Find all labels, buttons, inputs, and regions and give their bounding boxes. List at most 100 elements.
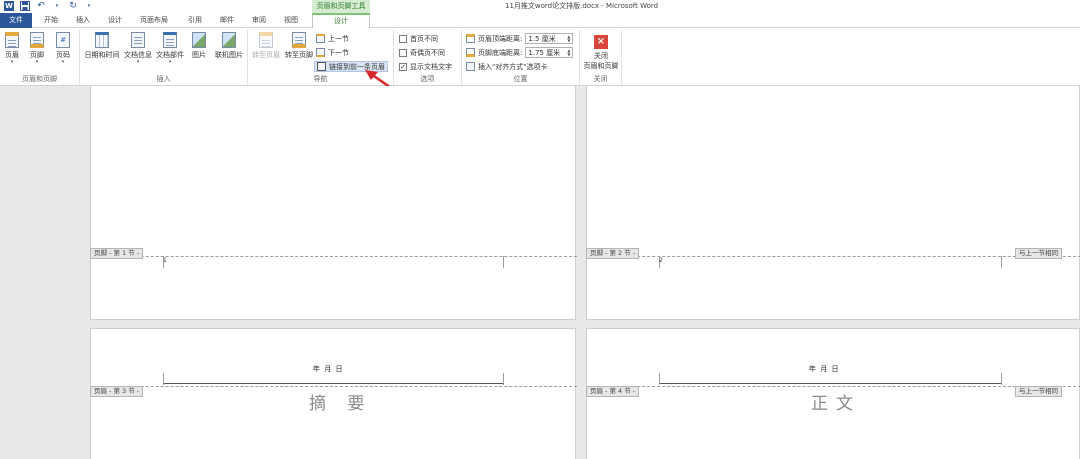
footer-button[interactable]: 页脚 ▾ [28,32,46,65]
online-picture-button[interactable]: 联机图片 [212,32,246,60]
previous-section-label: 上一节 [328,34,349,43]
tab-insert[interactable]: 插入 [70,14,96,28]
goto-footer-icon [292,32,306,48]
document-title: 11月推文word论文排版.docx - Microsoft Word [505,2,659,10]
footer-icon [30,32,44,48]
redo-icon[interactable]: ↻ [68,1,78,11]
spinner-arrows-icon[interactable]: ▲ ▼ [565,48,572,57]
tab-mailings[interactable]: 邮件 [214,14,240,28]
tab-design[interactable]: 设计 [102,14,128,28]
footer-bottom-label: 页脚底端距离: [478,48,523,57]
ribbon: 页眉 ▾ 页脚 ▾ # 页码 ▾ 页眉和页脚 日期和时间 文档信息 ▾ 文档部件… [0,28,1080,86]
page-4[interactable]: 年 月 日 正文 [586,328,1080,459]
header-section-4-tag: 页眉 - 第 4 节 - [586,386,640,397]
picture-button[interactable]: 图片 [188,32,210,60]
first-page-different-checkbox[interactable]: 首页不同 [399,33,438,44]
goto-header-icon [259,32,273,48]
header-rule [659,383,1001,384]
quick-parts-button[interactable]: 文档部件 ▾ [154,32,186,65]
tab-references[interactable]: 引用 [182,14,208,28]
document-area: 1 页脚 - 第 1 节 - 2 页脚 - 第 2 节 - 与上一节相同 年 月… [0,86,1080,459]
header-boundary [587,386,1080,387]
page-1[interactable]: 1 [90,86,577,320]
alignment-tab-icon [466,62,475,71]
tab-home[interactable]: 开始 [38,14,64,28]
tab-view[interactable]: 视图 [278,14,304,28]
header-date: 年 月 日 [313,365,344,373]
checkbox[interactable] [399,34,407,43]
next-section-label: 下一节 [328,48,349,57]
chevron-down-icon: ▾ [136,59,140,65]
footer-section-2-tag: 页脚 - 第 2 节 - [586,248,640,259]
tab-file[interactable]: 文件 [0,13,32,28]
header-rule [163,383,503,384]
goto-header-label: 转至页眉 [252,51,280,59]
chevron-down-icon: ▾ [35,59,39,65]
close-icon: × [594,35,608,49]
footer-bottom-value: 1.75 厘米 [528,48,561,57]
calendar-icon [95,32,109,48]
header-top-input[interactable]: 1.5 厘米 ▲ ▼ [525,33,574,44]
tab-page-layout[interactable]: 页面布局 [134,14,174,28]
previous-icon [316,34,325,43]
odd-even-different-checkbox[interactable]: 奇偶页不同 [399,47,445,58]
picture-label: 图片 [192,51,206,59]
online-picture-label: 联机图片 [215,51,243,59]
doc-info-button[interactable]: 文档信息 ▾ [122,32,154,65]
tab-hf-design[interactable]: 设计 [312,14,370,28]
group-insert: 日期和时间 文档信息 ▾ 文档部件 ▾ 图片 联机图片 插入 [80,30,248,85]
insert-alignment-tab-button[interactable]: 插入"对齐方式"选项卡 [466,61,547,72]
document-info-icon [131,32,145,48]
spinner-arrows-icon[interactable]: ▲ ▼ [565,34,572,43]
margin-mark [659,373,660,385]
group-label-header-footer: 页眉和页脚 [22,75,57,83]
word-app-icon[interactable]: W [4,1,14,11]
chevron-down-icon: ▾ [10,59,14,65]
goto-header-button[interactable]: 转至页眉 [250,32,282,60]
header-boundary [91,386,577,387]
insert-alignment-tab-label: 插入"对齐方式"选项卡 [478,62,548,71]
footer-position-icon [466,48,475,57]
page-2[interactable]: 2 [586,86,1080,320]
margin-mark [1001,373,1002,385]
footer-bottom-input[interactable]: 1.75 厘米 ▲ ▼ [525,47,574,58]
same-as-previous-tag: 与上一节相同 [1015,248,1062,259]
margin-mark [1001,256,1002,268]
undo-icon[interactable]: ↶ [36,1,46,11]
odd-even-different-label: 奇偶页不同 [410,48,445,57]
group-close: × 关闭 页眉和页脚 关闭 [580,30,622,85]
group-label-position: 位置 [513,75,528,83]
show-document-text-label: 显示文档文字 [410,62,452,71]
context-tab-accent [312,13,370,15]
previous-section-button[interactable]: 上一节 [316,33,349,44]
close-header-footer-button[interactable]: × 关闭 页眉和页脚 [581,35,621,71]
footer-section-1-tag: 页脚 - 第 1 节 - [90,248,144,259]
quick-parts-icon [163,32,177,48]
header-top-value: 1.5 厘米 [528,34,556,43]
ribbon-tabs: 文件 开始 插入 设计 页面布局 引用 邮件 审阅 视图 设计 [0,13,1080,28]
dropdown-icon[interactable]: ▾ [52,1,62,11]
customize-qat-icon[interactable]: ▾ [84,1,94,11]
header-button[interactable]: 页眉 ▾ [4,32,20,65]
next-section-button[interactable]: 下一节 [316,47,349,58]
date-time-button[interactable]: 日期和时间 [82,32,122,60]
date-time-label: 日期和时间 [84,51,120,59]
page-number: 1 [163,257,167,264]
abstract-heading: 摘 要 [309,394,373,414]
page-3[interactable]: 年 月 日 摘 要 [90,328,577,459]
goto-footer-button[interactable]: 转至页脚 [283,32,315,60]
close-label-line2: 页眉和页脚 [583,62,619,70]
margin-mark [163,373,164,385]
header-date: 年 月 日 [809,365,840,373]
checkbox[interactable] [399,48,407,57]
group-label-close: 关闭 [593,75,608,83]
page-number-button[interactable]: # 页码 ▾ [54,32,72,65]
same-as-previous-tag: 与上一节相同 [1015,386,1062,397]
tab-review[interactable]: 审阅 [246,14,272,28]
save-icon[interactable] [20,1,30,11]
first-page-different-label: 首页不同 [410,34,438,43]
goto-footer-label: 转至页脚 [285,51,313,59]
link-icon [317,62,326,71]
chevron-down-icon: ▾ [168,59,172,65]
chevron-down-icon: ▾ [61,59,65,65]
